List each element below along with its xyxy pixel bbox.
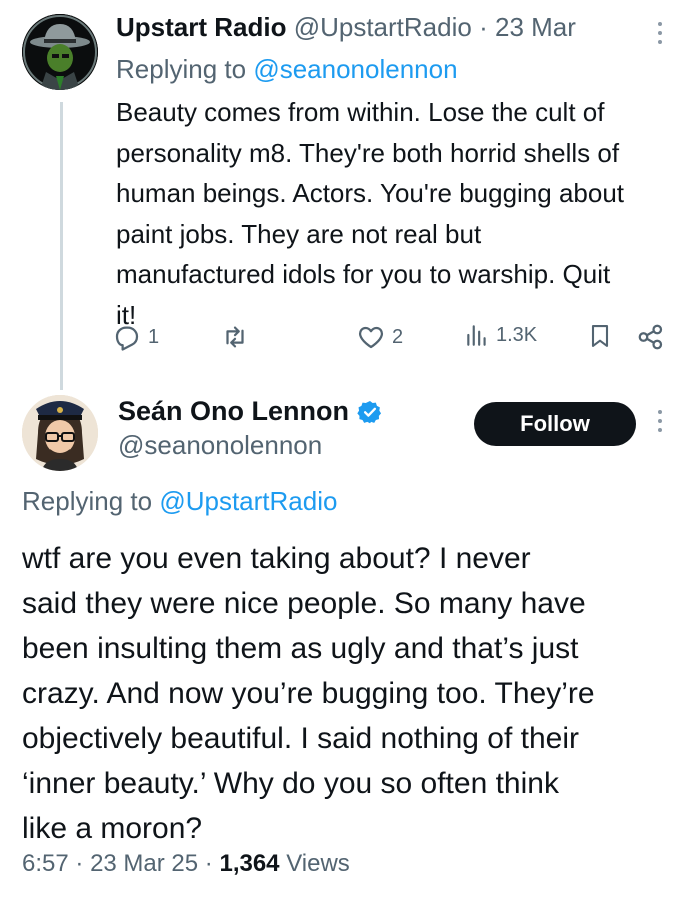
avatar[interactable] [22,395,98,471]
more-icon[interactable] [656,410,664,432]
tweet-text-line: like a moron? [22,812,203,845]
tweet-text-line: human beings. Actors. You're bugging abo… [116,178,625,208]
reply-tweet-header: Upstart Radio @UpstartRadio · 23 Mar [116,12,576,43]
replying-to-handle[interactable]: @UpstartRadio [159,486,337,516]
tweet-text-line: objectively beautiful. I said nothing of… [22,722,580,755]
display-name[interactable]: Upstart Radio [116,12,286,42]
separator: · [75,850,84,877]
views-count: 1,364 [219,850,280,877]
bookmark-button[interactable] [586,322,614,350]
separator: · [204,850,213,877]
more-icon[interactable] [656,22,664,44]
repost-button[interactable] [220,322,250,352]
display-name-row: Seán Ono Lennon [118,396,383,427]
reply-icon [115,326,139,351]
avatar[interactable] [22,14,98,90]
display-name[interactable]: Seán Ono Lennon [118,396,349,427]
tweet-text-line: personality m8. They're both horrid shel… [116,137,620,168]
tweet-text-line: ‘inner beauty.’ Why do you so often thin… [22,767,559,800]
tweet-text-line: manufactured idols for you to warship. Q… [116,259,611,289]
bookmark-icon [591,325,609,347]
repost-icon [226,326,244,348]
thread-connector-line [60,102,63,390]
replying-to: Replying to @UpstartRadio [22,486,337,517]
tweet-text-line: crazy. And now you’re bugging too. They’… [22,677,595,710]
separator: · [479,12,488,42]
tweet-date[interactable]: 23 Mar [495,12,576,42]
reply-button[interactable]: 1 [112,322,159,352]
reply-count: 1 [148,325,160,348]
tweet-text-line: said they were nice people. So many have [22,587,586,620]
handle[interactable]: @UpstartRadio [294,12,472,42]
replying-prefix: Replying to [22,486,153,516]
replying-prefix: Replying to [116,54,247,84]
tweet-text-line: wtf are you even taking about? I never [22,542,531,575]
views-button[interactable]: 1.3K [464,322,537,348]
tweet-text-line: Beauty comes from within. Lose the cult … [116,97,605,127]
like-button[interactable]: 2 [356,322,403,352]
tweet-time[interactable]: 6:57 [22,850,69,877]
verified-badge-icon[interactable] [357,399,383,425]
share-icon [638,324,663,350]
upstart-radio-avatar-image [22,14,98,90]
like-icon [358,326,384,349]
tweet-date[interactable]: 23 Mar 25 [90,850,198,877]
views-count: 1.3K [496,323,538,346]
views-label: Views [286,850,350,877]
tweet-text: Beauty comes from within. Lose the cult … [116,92,676,335]
views-icon [467,325,486,346]
tweet-meta-footer: 6:57 · 23 Mar 25 · 1,364 Views [22,850,350,878]
follow-button[interactable]: Follow [474,402,636,446]
like-count: 2 [392,325,404,348]
tweet-actions: 1 2 1.3K [112,322,668,358]
tweet-text-line: paint jobs. They are not real but [116,218,482,249]
tweet-text-line: been insulting them as ugly and that’s j… [22,632,579,665]
share-button[interactable] [636,322,666,352]
handle[interactable]: @seanonolennon [118,430,322,461]
replying-to: Replying to @seanonolennon [116,54,458,85]
sean-avatar-image [22,395,98,471]
replying-to-handle[interactable]: @seanonolennon [253,54,457,84]
tweet-text: wtf are you even taking about? I never s… [22,536,682,851]
